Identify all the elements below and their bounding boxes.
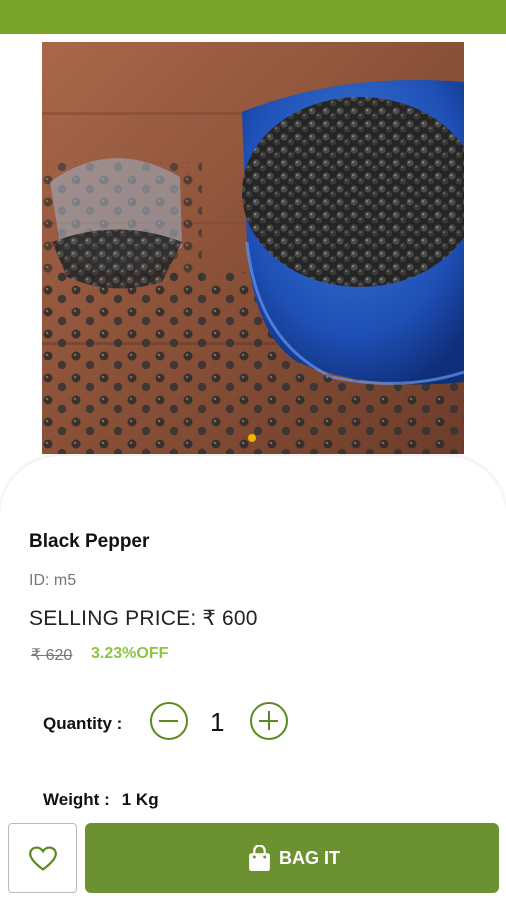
original-price: ₹ 620 — [31, 647, 73, 664]
product-id: ID: m5 — [29, 572, 77, 589]
quantity-label: Quantity : — [43, 714, 123, 733]
quantity-value: 1 — [210, 707, 225, 737]
bag-it-label: BAG IT — [279, 848, 340, 868]
weight-value: 1 Kg — [121, 790, 159, 809]
product-image[interactable] — [42, 42, 464, 454]
shopping-bag-icon — [249, 845, 270, 871]
product-title: Black Pepper — [29, 531, 150, 552]
heart-outline-icon — [29, 846, 57, 871]
selling-price: SELLING PRICE: ₹ 600 — [29, 607, 258, 630]
favorite-button[interactable] — [8, 823, 77, 893]
top-bar — [0, 0, 506, 34]
minus-circle-icon — [159, 719, 178, 722]
bag-it-button[interactable]: BAG IT — [85, 823, 499, 893]
increase-quantity-button[interactable] — [250, 702, 288, 740]
weight-row: Weight : 1 Kg — [43, 790, 159, 810]
discount-badge: 3.23%OFF — [91, 645, 169, 662]
weight-label: Weight : — [43, 790, 110, 809]
decrease-quantity-button[interactable] — [150, 702, 188, 740]
